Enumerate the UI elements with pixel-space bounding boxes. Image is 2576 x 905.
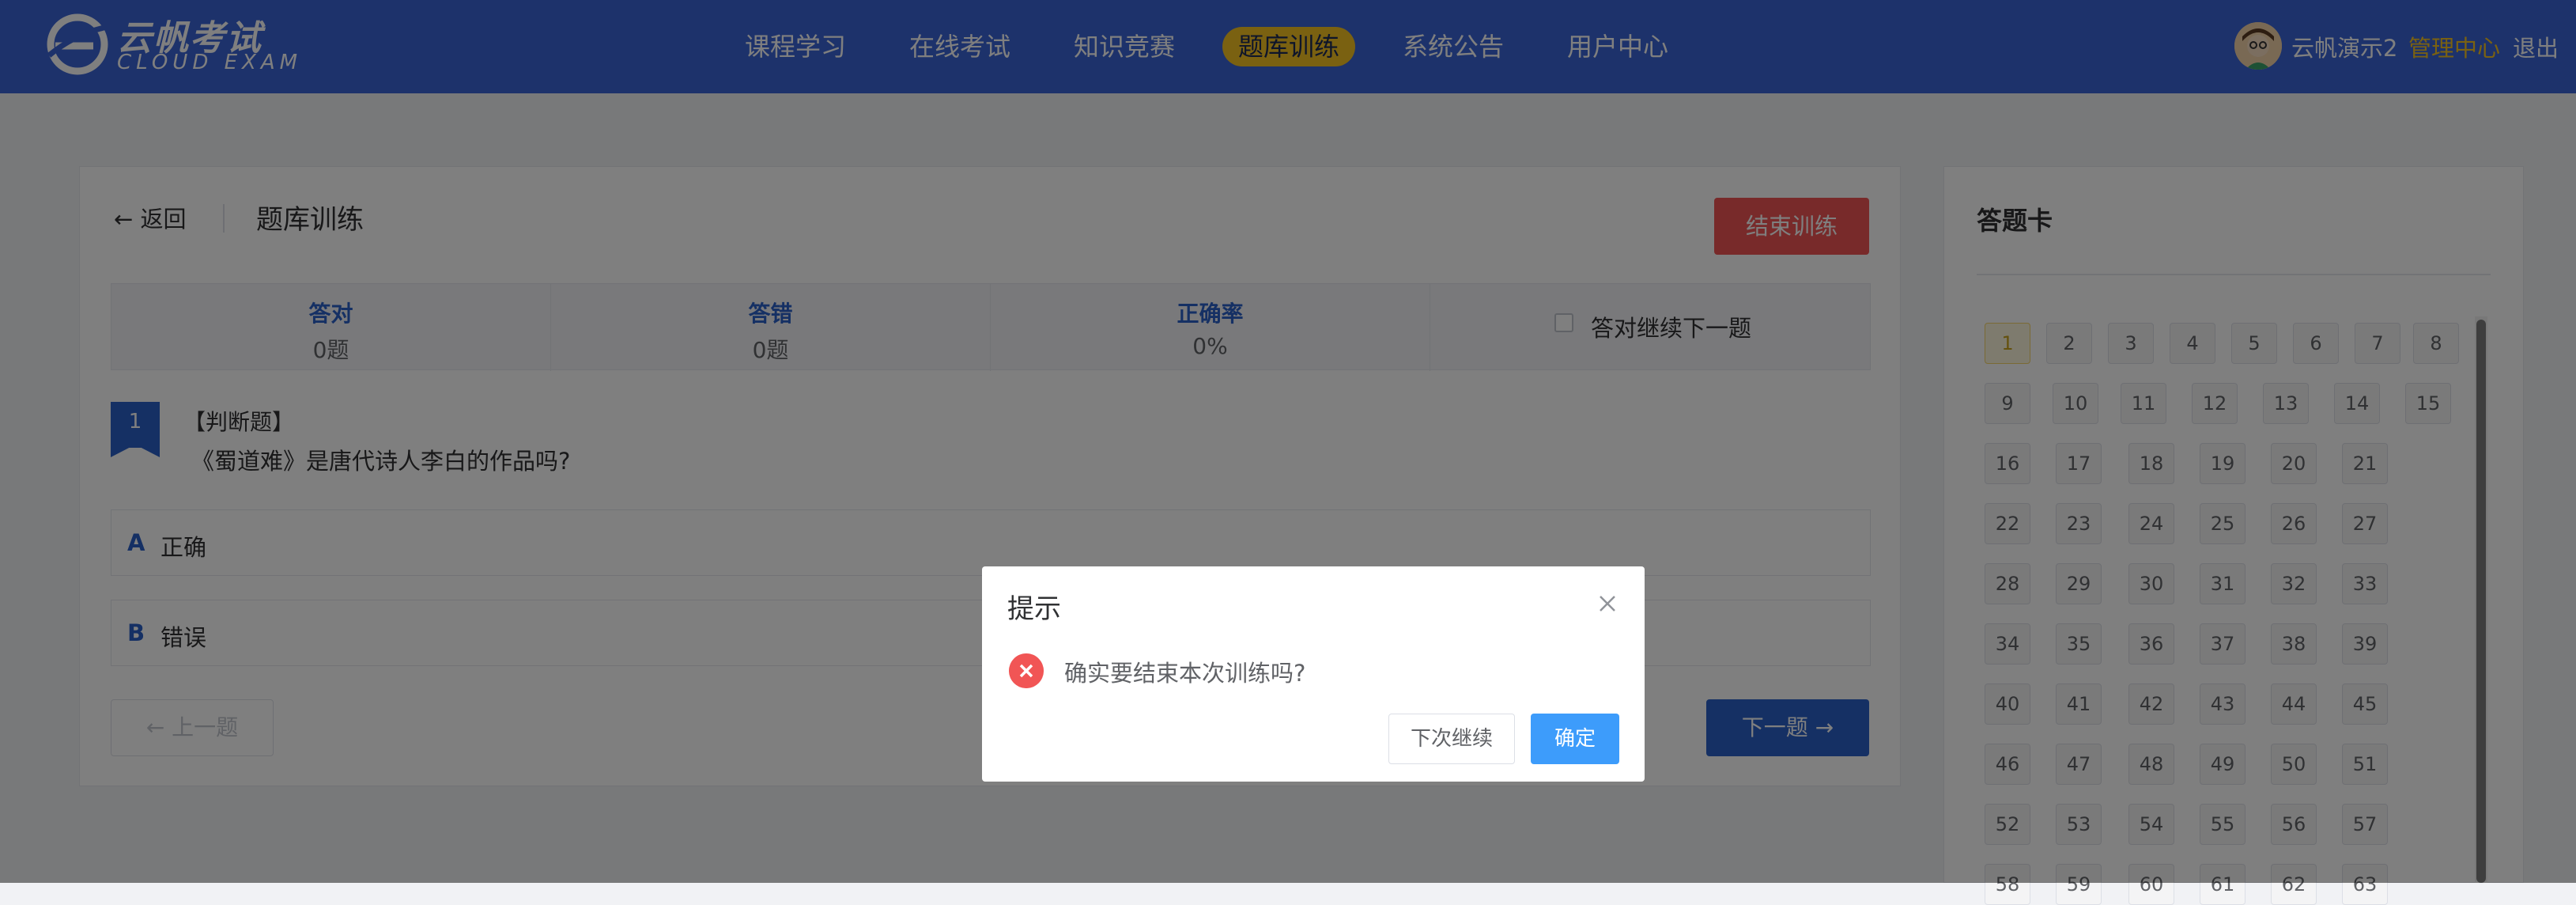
continue-later-button[interactable]: 下次继续 [1388,714,1515,764]
dialog-title: 提示 [1007,593,1061,625]
confirm-button[interactable]: 确定 [1531,714,1619,764]
dialog-message: 确实要结束本次训练吗? [1064,660,1306,687]
error-icon [1009,653,1044,688]
close-icon[interactable] [1596,592,1619,615]
